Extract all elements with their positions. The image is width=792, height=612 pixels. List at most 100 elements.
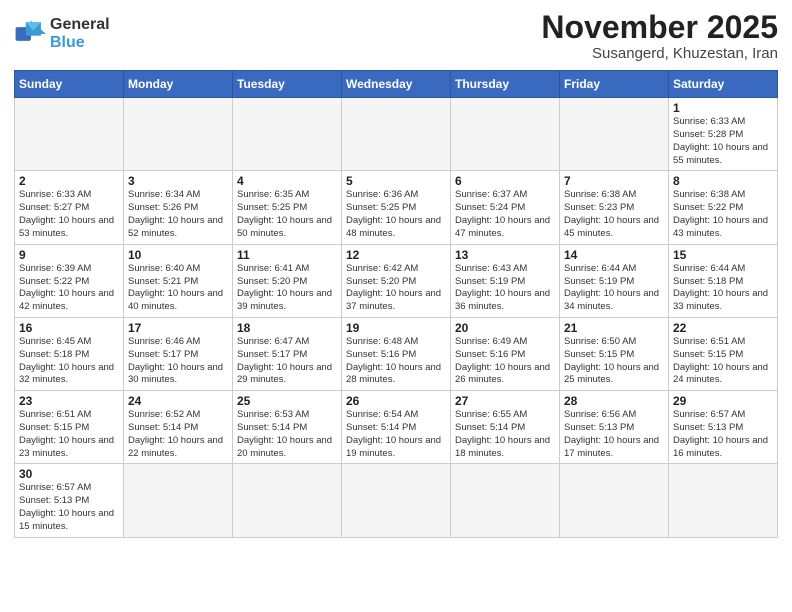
day-info: Sunrise: 6:57 AMSunset: 5:13 PMDaylight:… [19,482,119,533]
day-number: 14 [564,248,664,262]
day-number: 9 [19,248,119,262]
calendar-cell [451,98,560,171]
weekday-saturday: Saturday [669,71,778,98]
day-info: Sunrise: 6:47 AMSunset: 5:17 PMDaylight:… [237,336,337,387]
calendar-cell: 6Sunrise: 6:37 AMSunset: 5:24 PMDaylight… [451,171,560,244]
day-info: Sunrise: 6:44 AMSunset: 5:19 PMDaylight:… [564,263,664,314]
calendar-cell [233,98,342,171]
day-info: Sunrise: 6:45 AMSunset: 5:18 PMDaylight:… [19,336,119,387]
calendar-cell: 8Sunrise: 6:38 AMSunset: 5:22 PMDaylight… [669,171,778,244]
calendar-cell [233,464,342,537]
month-year: November 2025 [541,10,778,45]
calendar-cell: 26Sunrise: 6:54 AMSunset: 5:14 PMDayligh… [342,391,451,464]
calendar-cell: 19Sunrise: 6:48 AMSunset: 5:16 PMDayligh… [342,317,451,390]
calendar-row: 30Sunrise: 6:57 AMSunset: 5:13 PMDayligh… [15,464,778,537]
day-info: Sunrise: 6:33 AMSunset: 5:27 PMDaylight:… [19,189,119,240]
calendar-cell: 10Sunrise: 6:40 AMSunset: 5:21 PMDayligh… [124,244,233,317]
day-number: 2 [19,174,119,188]
day-info: Sunrise: 6:48 AMSunset: 5:16 PMDaylight:… [346,336,446,387]
calendar-cell: 7Sunrise: 6:38 AMSunset: 5:23 PMDaylight… [560,171,669,244]
day-info: Sunrise: 6:41 AMSunset: 5:20 PMDaylight:… [237,263,337,314]
day-info: Sunrise: 6:51 AMSunset: 5:15 PMDaylight:… [673,336,773,387]
day-number: 4 [237,174,337,188]
weekday-monday: Monday [124,71,233,98]
logo-text: General Blue [50,16,110,51]
calendar-cell: 2Sunrise: 6:33 AMSunset: 5:27 PMDaylight… [15,171,124,244]
day-number: 27 [455,394,555,408]
logo-icon [14,20,46,48]
calendar-cell [124,98,233,171]
calendar-cell [342,464,451,537]
calendar-cell: 24Sunrise: 6:52 AMSunset: 5:14 PMDayligh… [124,391,233,464]
title-block: November 2025 Susangerd, Khuzestan, Iran [541,10,778,62]
calendar-cell: 30Sunrise: 6:57 AMSunset: 5:13 PMDayligh… [15,464,124,537]
calendar-cell: 21Sunrise: 6:50 AMSunset: 5:15 PMDayligh… [560,317,669,390]
logo: General Blue [14,10,110,51]
day-info: Sunrise: 6:43 AMSunset: 5:19 PMDaylight:… [455,263,555,314]
day-info: Sunrise: 6:44 AMSunset: 5:18 PMDaylight:… [673,263,773,314]
calendar-cell: 5Sunrise: 6:36 AMSunset: 5:25 PMDaylight… [342,171,451,244]
calendar-cell: 25Sunrise: 6:53 AMSunset: 5:14 PMDayligh… [233,391,342,464]
calendar-cell [124,464,233,537]
day-info: Sunrise: 6:54 AMSunset: 5:14 PMDaylight:… [346,409,446,460]
calendar-cell: 29Sunrise: 6:57 AMSunset: 5:13 PMDayligh… [669,391,778,464]
calendar-cell: 28Sunrise: 6:56 AMSunset: 5:13 PMDayligh… [560,391,669,464]
day-number: 18 [237,321,337,335]
calendar-cell [560,98,669,171]
day-number: 29 [673,394,773,408]
day-number: 6 [455,174,555,188]
day-number: 13 [455,248,555,262]
day-info: Sunrise: 6:34 AMSunset: 5:26 PMDaylight:… [128,189,228,240]
calendar: SundayMondayTuesdayWednesdayThursdayFrid… [14,70,778,538]
calendar-cell: 15Sunrise: 6:44 AMSunset: 5:18 PMDayligh… [669,244,778,317]
day-number: 23 [19,394,119,408]
calendar-cell: 13Sunrise: 6:43 AMSunset: 5:19 PMDayligh… [451,244,560,317]
day-number: 24 [128,394,228,408]
calendar-cell: 27Sunrise: 6:55 AMSunset: 5:14 PMDayligh… [451,391,560,464]
day-number: 25 [237,394,337,408]
day-number: 15 [673,248,773,262]
header: General Blue November 2025 Susangerd, Kh… [14,10,778,62]
day-info: Sunrise: 6:46 AMSunset: 5:17 PMDaylight:… [128,336,228,387]
calendar-cell: 16Sunrise: 6:45 AMSunset: 5:18 PMDayligh… [15,317,124,390]
day-number: 22 [673,321,773,335]
calendar-row: 1Sunrise: 6:33 AMSunset: 5:28 PMDaylight… [15,98,778,171]
calendar-cell [451,464,560,537]
day-number: 5 [346,174,446,188]
weekday-header-row: SundayMondayTuesdayWednesdayThursdayFrid… [15,71,778,98]
calendar-cell: 4Sunrise: 6:35 AMSunset: 5:25 PMDaylight… [233,171,342,244]
day-number: 8 [673,174,773,188]
calendar-cell [342,98,451,171]
day-info: Sunrise: 6:36 AMSunset: 5:25 PMDaylight:… [346,189,446,240]
calendar-cell: 11Sunrise: 6:41 AMSunset: 5:20 PMDayligh… [233,244,342,317]
weekday-tuesday: Tuesday [233,71,342,98]
day-number: 10 [128,248,228,262]
calendar-cell: 3Sunrise: 6:34 AMSunset: 5:26 PMDaylight… [124,171,233,244]
weekday-friday: Friday [560,71,669,98]
calendar-cell: 20Sunrise: 6:49 AMSunset: 5:16 PMDayligh… [451,317,560,390]
day-info: Sunrise: 6:53 AMSunset: 5:14 PMDaylight:… [237,409,337,460]
calendar-cell [560,464,669,537]
calendar-cell: 1Sunrise: 6:33 AMSunset: 5:28 PMDaylight… [669,98,778,171]
calendar-cell: 17Sunrise: 6:46 AMSunset: 5:17 PMDayligh… [124,317,233,390]
calendar-cell: 9Sunrise: 6:39 AMSunset: 5:22 PMDaylight… [15,244,124,317]
day-number: 28 [564,394,664,408]
calendar-cell [669,464,778,537]
calendar-cell: 18Sunrise: 6:47 AMSunset: 5:17 PMDayligh… [233,317,342,390]
location: Susangerd, Khuzestan, Iran [541,45,778,62]
weekday-sunday: Sunday [15,71,124,98]
calendar-cell: 22Sunrise: 6:51 AMSunset: 5:15 PMDayligh… [669,317,778,390]
day-info: Sunrise: 6:37 AMSunset: 5:24 PMDaylight:… [455,189,555,240]
day-number: 16 [19,321,119,335]
day-info: Sunrise: 6:42 AMSunset: 5:20 PMDaylight:… [346,263,446,314]
day-number: 11 [237,248,337,262]
calendar-cell [15,98,124,171]
calendar-row: 16Sunrise: 6:45 AMSunset: 5:18 PMDayligh… [15,317,778,390]
day-info: Sunrise: 6:38 AMSunset: 5:23 PMDaylight:… [564,189,664,240]
calendar-row: 23Sunrise: 6:51 AMSunset: 5:15 PMDayligh… [15,391,778,464]
day-number: 19 [346,321,446,335]
day-number: 30 [19,467,119,481]
day-info: Sunrise: 6:39 AMSunset: 5:22 PMDaylight:… [19,263,119,314]
day-info: Sunrise: 6:49 AMSunset: 5:16 PMDaylight:… [455,336,555,387]
day-info: Sunrise: 6:56 AMSunset: 5:13 PMDaylight:… [564,409,664,460]
